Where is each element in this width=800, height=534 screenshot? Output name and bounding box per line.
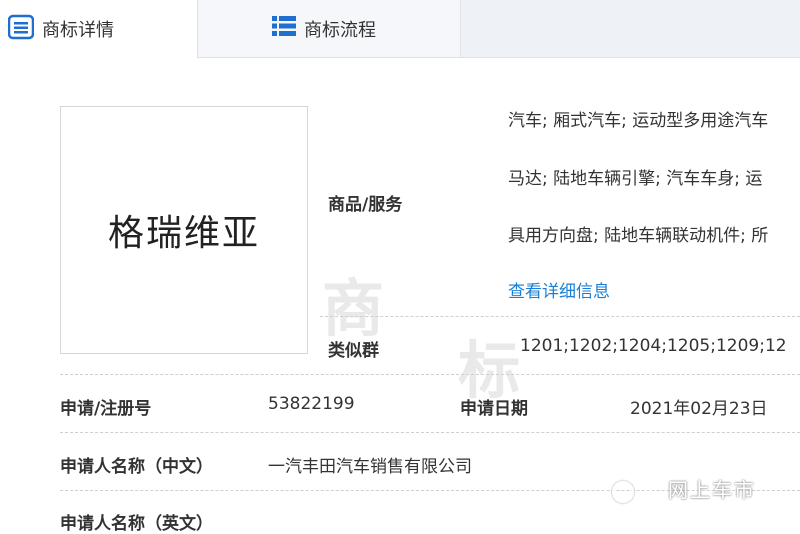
divider [320,316,800,317]
similar-group-label: 类似群 [328,341,379,361]
application-date-value: 2021年02月23日 [630,399,768,419]
tab-trademark-details[interactable]: 商标详情 [0,0,198,58]
goods-services-line: 具用方向盘; 陆地车辆联动机件; 所 [508,226,769,246]
tab-label: 商标详情 [42,20,114,41]
trademark-logo-text: 格瑞维亚 [107,213,260,254]
registration-number-label: 申请/注册号 [60,399,152,419]
similar-group-value: 1201;1202;1204;1205;1209;12 [520,336,787,356]
goods-services-line: 汽车; 厢式汽车; 运动型多用途汽车 [508,111,769,131]
goods-services-line: 马达; 陆地车辆引擎; 汽车车身; 运 [508,169,763,189]
watermark-brand: 网上车市 [668,478,756,502]
document-list-icon [7,14,35,45]
registration-number-value: 53822199 [268,394,355,414]
bulleted-list-icon [272,15,296,42]
divider [60,374,800,375]
tab-bar: 商标详情 商标流程 [0,0,800,58]
goods-services-label: 商品/服务 [328,195,403,215]
applicant-en-label: 申请人名称（英文） [60,514,213,534]
watermark-logo-icon [612,481,634,503]
trademark-image: 格瑞维亚 [60,106,308,354]
view-details-link[interactable]: 查看详细信息 [508,277,610,302]
application-date-label: 申请日期 [460,399,528,419]
tab-label: 商标流程 [304,19,376,41]
divider [60,432,800,433]
watermark-char: 商 [322,272,385,345]
tab-trademark-process[interactable]: 商标流程 [199,0,461,57]
applicant-cn-label: 申请人名称（中文） [60,457,213,477]
applicant-cn-value: 一汽丰田汽车销售有限公司 [268,457,472,477]
